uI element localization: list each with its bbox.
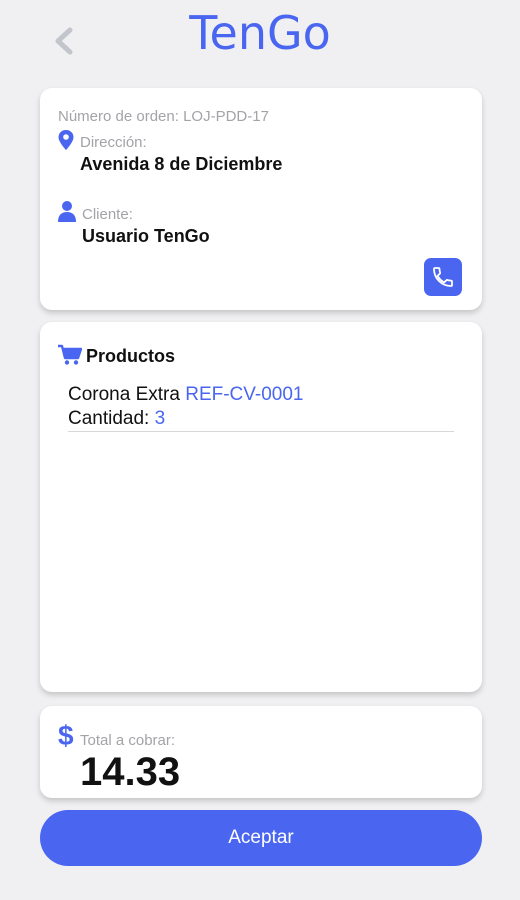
user-icon	[58, 201, 76, 222]
map-pin-icon	[58, 130, 74, 150]
address-value: Avenida 8 de Diciembre	[80, 154, 283, 174]
client-value: Usuario TenGo	[82, 226, 210, 246]
total-label: Total a cobrar:	[80, 732, 176, 749]
quantity-label: Cantidad:	[68, 408, 150, 429]
order-info-card: Número de orden: LOJ-PDD-17 Dirección: A…	[40, 88, 482, 310]
cart-icon	[58, 344, 82, 365]
accept-button[interactable]: Aceptar	[40, 810, 482, 866]
products-card: Productos Corona Extra REF-CV-0001 Canti…	[40, 322, 482, 692]
call-client-button[interactable]	[424, 258, 462, 296]
product-name-line: Corona Extra REF-CV-0001	[68, 384, 304, 406]
product-quantity-line: Cantidad: 3	[68, 408, 165, 430]
phone-icon	[433, 267, 453, 287]
header-bar: TenGo	[0, 0, 520, 70]
product-name: Corona Extra	[68, 384, 180, 405]
address-label: Dirección:	[80, 134, 147, 151]
quantity-value: 3	[154, 408, 166, 429]
order-number: Número de orden: LOJ-PDD-17	[58, 108, 269, 125]
product-list-item: Corona Extra REF-CV-0001 Cantidad: 3	[68, 382, 454, 432]
accept-button-label: Aceptar	[228, 827, 294, 848]
total-value: 14.33	[80, 750, 181, 794]
dollar-icon: $	[58, 720, 74, 751]
products-title: Productos	[86, 346, 176, 366]
total-card: $ Total a cobrar: 14.33	[40, 706, 482, 798]
product-ref: REF-CV-0001	[185, 384, 304, 405]
client-label: Cliente:	[82, 206, 133, 223]
app-title: TenGo	[189, 6, 331, 60]
